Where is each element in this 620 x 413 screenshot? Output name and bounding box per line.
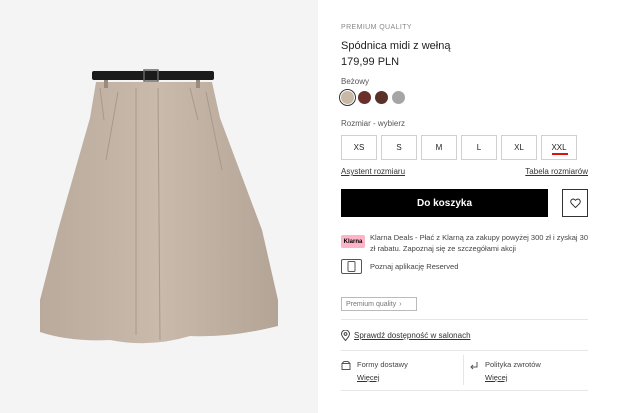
color-swatch[interactable]	[358, 91, 371, 104]
divider	[341, 319, 588, 320]
delivery-info: Formy dostawy Więcej	[341, 360, 408, 382]
color-swatch[interactable]	[392, 91, 405, 104]
size-option[interactable]: XXL	[541, 135, 577, 160]
add-to-cart-button[interactable]: Do koszyka	[341, 189, 548, 217]
divider	[341, 350, 588, 351]
product-price: 179,99 PLN	[341, 56, 400, 68]
product-name: Spódnica midi z wełną	[341, 40, 451, 52]
product-image-area	[0, 0, 318, 413]
product-image[interactable]	[0, 0, 318, 413]
premium-quality-chip[interactable]: Premium quality ›	[341, 297, 417, 311]
color-swatch[interactable]	[375, 91, 388, 104]
size-assistant-link[interactable]: Asystent rozmiaru	[341, 167, 405, 176]
size-options: XS S M L XL XXL	[341, 135, 577, 160]
premium-quality-label: Premium quality	[346, 300, 397, 308]
product-panel: PREMIUM QUALITY Spódnica midi z wełną 17…	[339, 0, 601, 413]
klarna-promo-text: Klarna Deals - Płać z Klarną za zakupy p…	[370, 233, 589, 253]
heart-icon	[569, 198, 581, 208]
returns-more-link[interactable]: Więcej	[485, 373, 541, 382]
divider	[341, 390, 588, 391]
delivery-more-link[interactable]: Więcej	[357, 373, 408, 382]
quality-badge: PREMIUM QUALITY	[341, 24, 412, 31]
phone-icon	[341, 259, 362, 274]
store-availability-link[interactable]: Sprawdź dostępność w salonach	[354, 331, 471, 340]
low-stock-indicator	[552, 153, 568, 155]
size-option[interactable]: XS	[341, 135, 377, 160]
color-name: Beżowy	[341, 77, 370, 86]
size-label: Rozmiar - wybierz	[341, 119, 406, 128]
size-option[interactable]: S	[381, 135, 417, 160]
color-swatch[interactable]	[339, 89, 356, 106]
size-option[interactable]: L	[461, 135, 497, 160]
size-option[interactable]: XL	[501, 135, 537, 160]
returns-title: Polityka zwrotów	[485, 360, 541, 369]
size-option[interactable]: M	[421, 135, 457, 160]
store-availability[interactable]: Sprawdź dostępność w salonach	[341, 330, 471, 341]
return-arrow-icon	[470, 362, 478, 370]
wishlist-button[interactable]	[562, 189, 588, 217]
klarna-logo: Klarna	[341, 235, 365, 248]
size-links: Asystent rozmiaru Tabela rozmiarów	[341, 167, 588, 176]
returns-info: Polityka zwrotów Więcej	[469, 360, 541, 382]
divider	[463, 355, 464, 385]
app-promo-link[interactable]: Poznaj aplikację Reserved	[370, 262, 458, 271]
package-icon	[341, 361, 351, 370]
color-swatches	[339, 89, 405, 106]
location-pin-icon	[341, 330, 350, 341]
size-table-link[interactable]: Tabela rozmiarów	[525, 167, 588, 176]
chevron-right-icon: ›	[399, 300, 402, 308]
delivery-title: Formy dostawy	[357, 360, 408, 369]
